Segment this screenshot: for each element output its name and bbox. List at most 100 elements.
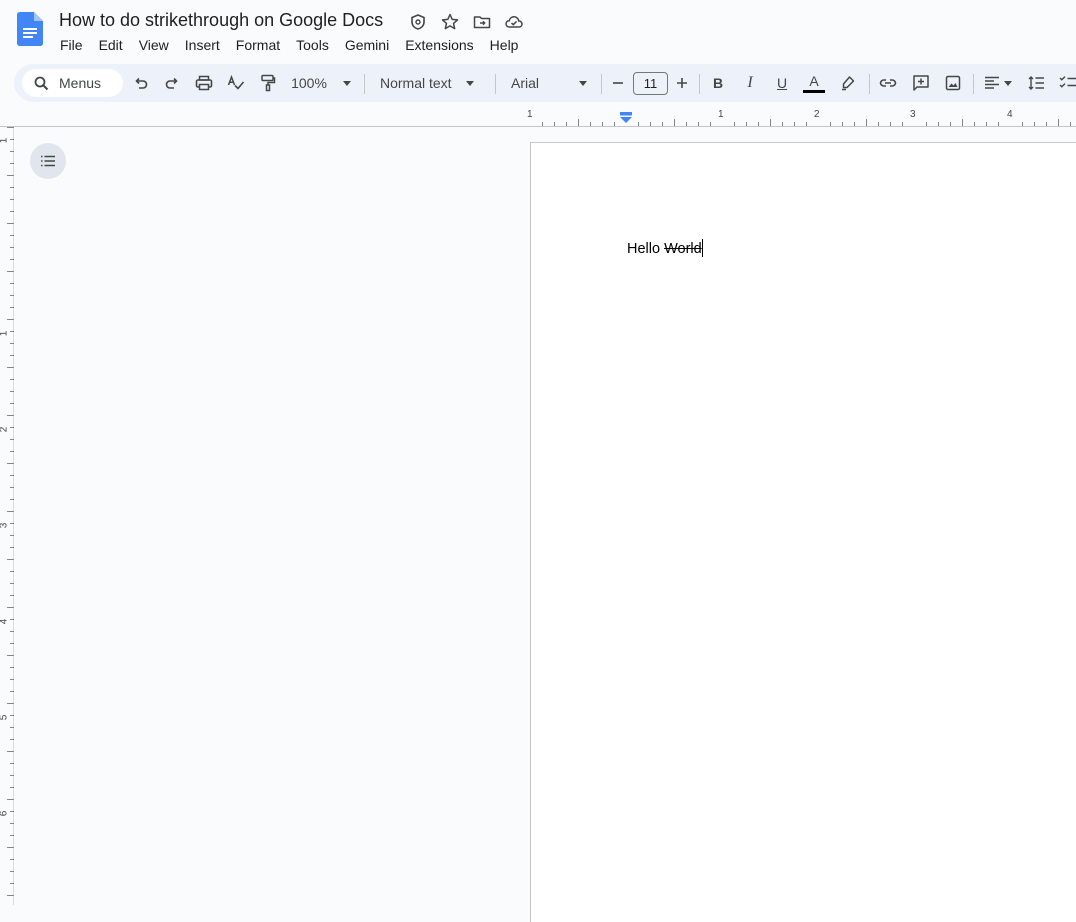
ruler-tick [10,679,14,680]
menu-extensions[interactable]: Extensions [397,35,481,55]
toolbar-divider [495,74,496,94]
paragraph-style-select[interactable]: Normal text [376,70,482,96]
ruler-tick [10,427,14,428]
menu-view[interactable]: View [131,35,177,55]
plus-icon [677,78,687,88]
document-title[interactable]: How to do strikethrough on Google Docs [59,10,383,31]
ruler-tick [7,895,14,896]
ruler-tick [7,223,14,224]
search-icon [34,76,49,91]
ruler-tick [10,787,14,788]
ruler-tick [10,643,14,644]
font-size-input[interactable]: 11 [633,72,668,95]
menu-file[interactable]: File [52,35,91,55]
bold-button[interactable]: B [707,70,729,96]
ruler-tick [7,847,14,848]
text-run-strikethrough: World [664,241,702,257]
paint-format-icon [261,74,276,92]
ruler-label: 4 [0,619,9,625]
ruler-tick [10,595,14,596]
ruler-tick [10,355,14,356]
security-shield-icon[interactable] [408,12,428,32]
text-color-button[interactable]: A [802,70,826,96]
line-spacing-button[interactable] [1025,70,1047,96]
ruler-tick [10,631,14,632]
menu-gemini[interactable]: Gemini [337,35,397,55]
ruler-label: 4 [1007,109,1013,120]
ruler-label: 2 [814,109,820,120]
chevron-down-icon [465,80,474,86]
font-select[interactable]: Arial [507,70,589,96]
ruler-tick [10,571,14,572]
ruler-tick [7,655,14,656]
paragraph-style-value: Normal text [380,75,452,91]
increase-font-size-button[interactable] [673,70,691,96]
ruler-tick [10,487,14,488]
add-comment-button[interactable] [910,70,932,96]
menu-edit[interactable]: Edit [91,35,131,55]
decrease-font-size-button[interactable] [609,70,627,96]
search-menus-button[interactable]: Menus [22,69,123,97]
document-page[interactable]: Hello World [530,142,1076,922]
outline-list-icon [41,155,55,167]
ruler-tick [10,163,14,164]
horizontal-ruler[interactable]: 1 1 2 3 4 [527,107,1076,127]
ruler-tick [10,331,14,332]
ruler-tick [10,379,14,380]
ruler-tick [10,835,14,836]
zoom-select[interactable]: 100% [288,70,354,96]
menu-format[interactable]: Format [228,35,288,55]
ruler-tick [10,547,14,548]
document-outline-button[interactable] [30,143,66,179]
undo-icon [135,77,148,89]
ruler-tick [10,439,14,440]
menu-insert[interactable]: Insert [177,35,228,55]
undo-button[interactable] [130,70,152,96]
highlight-color-button[interactable] [837,70,859,96]
ruler-tick [770,119,771,126]
ruler-tick [10,499,14,500]
zoom-value: 100% [291,75,327,91]
ruler-tick [10,763,14,764]
toolbar-divider [601,74,602,94]
ruler-label: 6 [0,811,9,817]
cloud-saved-icon[interactable] [504,12,524,32]
ruler-tick [10,307,14,308]
menu-tools[interactable]: Tools [288,35,337,55]
redo-icon [165,77,178,89]
insert-image-button[interactable] [942,70,964,96]
move-to-folder-icon[interactable] [472,12,492,32]
chevron-down-icon [342,80,351,86]
paint-format-button[interactable] [257,70,279,96]
italic-button[interactable]: I [739,70,761,96]
redo-button[interactable] [161,70,183,96]
align-select[interactable] [981,70,1015,96]
print-button[interactable] [193,70,215,96]
ruler-tick [10,619,14,620]
indent-marker-icon[interactable] [619,112,633,126]
ruler-tick [10,775,14,776]
ruler-tick [7,559,14,560]
ruler-label: 1 [718,109,724,120]
ruler-tick [10,391,14,392]
spelling-grammar-button[interactable] [225,70,247,96]
document-body-text[interactable]: Hello World [627,239,704,257]
search-menus-label: Menus [59,75,102,91]
ruler-tick [7,127,14,128]
ruler-tick [10,667,14,668]
menu-help[interactable]: Help [482,35,527,55]
vertical-ruler[interactable]: 1 1 2 3 4 5 6 [0,127,14,905]
ruler-label: 5 [0,715,9,721]
star-icon[interactable] [440,12,460,32]
google-docs-logo-icon[interactable] [17,12,43,46]
ruler-tick [10,283,14,284]
ruler-tick [7,751,14,752]
insert-link-button[interactable] [877,70,899,96]
underline-button[interactable]: U [771,70,793,96]
ruler-tick [10,583,14,584]
ruler-tick [866,119,867,126]
ruler-tick [10,715,14,716]
minus-icon [613,82,623,84]
ruler-tick [10,451,14,452]
checklist-button[interactable] [1057,70,1076,96]
